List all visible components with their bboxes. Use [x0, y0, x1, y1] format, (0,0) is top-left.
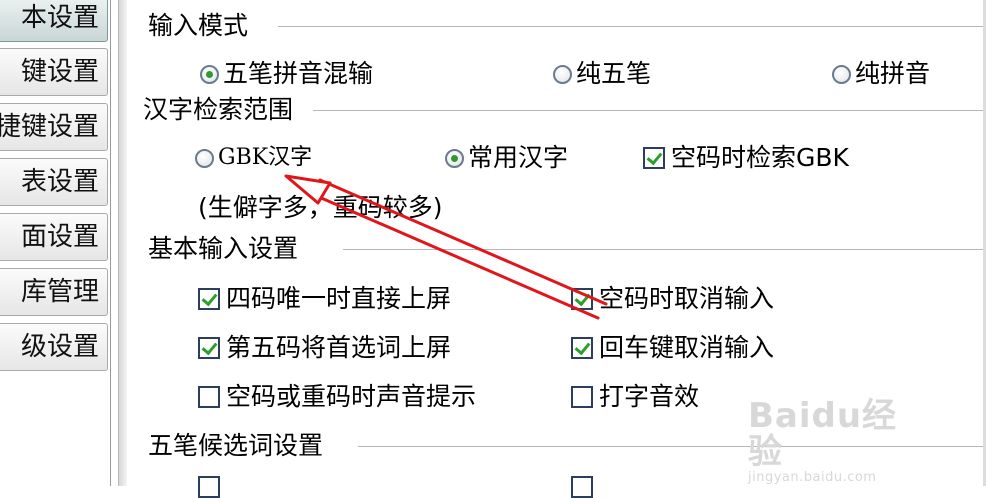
radio-selected-icon[interactable]	[445, 148, 464, 168]
checkbox-unchecked-icon[interactable]	[571, 386, 593, 408]
radio-label: GBK汉字	[218, 145, 313, 170]
radio-mixed[interactable]: 五笔拼音混输	[200, 58, 373, 90]
radio-label: 纯五笔	[576, 59, 652, 88]
sidebar-item-basic[interactable]: 本设置	[0, 0, 108, 42]
checkbox-checked-icon[interactable]	[571, 288, 593, 310]
sidebar-item-lexicon[interactable]: 库管理	[0, 268, 108, 316]
group-basic-input: 基本输入设置	[148, 232, 986, 266]
checkbox-checked-icon[interactable]	[571, 337, 593, 359]
panel-divider	[118, 0, 127, 486]
radio-wubi-only[interactable]: 纯五笔	[553, 58, 651, 90]
group-rule	[313, 110, 986, 112]
radio-gbk[interactable]: GBK汉字	[195, 142, 312, 174]
checkbox-checked-icon[interactable]	[643, 147, 665, 169]
group-search-range: 汉字检索范围	[143, 93, 986, 127]
checkbox-partial-icon[interactable]	[571, 476, 593, 498]
radio-empty-icon[interactable]	[553, 64, 572, 84]
baidu-watermark: Baidu经验 jingyan.baidu.com	[748, 396, 928, 485]
radio-common[interactable]: 常用汉字	[445, 142, 568, 174]
radio-label: 五笔拼音混输	[223, 59, 374, 88]
settings-sidebar: 本设置 键设置 捷键设置 表设置 面设置 库管理 级设置	[0, 0, 111, 486]
checkbox-label: 回车键取消输入	[599, 333, 775, 362]
checkbox-unchecked-icon[interactable]	[198, 386, 220, 408]
group-rule	[343, 249, 986, 251]
radio-empty-icon[interactable]	[195, 148, 214, 168]
watermark-url: jingyan.baidu.com	[748, 470, 877, 485]
gbk-note: (生僻字多，重码较多)	[198, 193, 443, 222]
radio-pinyin-only[interactable]: 纯拼音	[832, 58, 930, 90]
checkbox-typing-sound[interactable]: 打字音效	[571, 381, 699, 413]
sidebar-item-keys[interactable]: 键设置	[0, 48, 108, 96]
sidebar-item-appearance[interactable]: 面设置	[0, 213, 108, 261]
group-title-input-mode: 输入模式	[148, 11, 249, 40]
checkbox-label: 空码时检索GBK	[671, 143, 849, 172]
group-title-basic-input: 基本输入设置	[148, 234, 299, 263]
checkbox-label: 打字音效	[599, 382, 700, 411]
sidebar-item-advanced[interactable]: 级设置	[0, 323, 108, 371]
checkbox-label: 第五码将首选词上屏	[226, 333, 452, 362]
group-input-mode: 输入模式	[148, 9, 986, 43]
checkbox-checked-icon[interactable]	[198, 337, 220, 359]
group-rule	[278, 26, 986, 28]
watermark-logo: Baidu经验	[748, 396, 898, 472]
checkbox-label: 空码时取消输入	[599, 284, 775, 313]
radio-empty-icon[interactable]	[832, 64, 851, 84]
group-title-candidate: 五笔候选词设置	[148, 431, 324, 460]
radio-selected-icon[interactable]	[200, 64, 219, 84]
checkbox-sound-alert[interactable]: 空码或重码时声音提示	[198, 381, 476, 413]
checkbox-label: 空码或重码时声音提示	[226, 382, 477, 411]
radio-label: 纯拼音	[855, 59, 931, 88]
checkbox-checked-icon[interactable]	[198, 288, 220, 310]
checkbox-partial-icon[interactable]	[198, 476, 220, 498]
checkbox-gbk-fallback[interactable]: 空码时检索GBK	[643, 142, 849, 174]
sidebar-item-hotkeys[interactable]: 捷键设置	[0, 103, 108, 151]
group-title-search-range: 汉字检索范围	[143, 95, 294, 124]
radio-label: 常用汉字	[468, 143, 569, 172]
checkbox-label: 四码唯一时直接上屏	[226, 284, 452, 313]
checkbox-fifth-code[interactable]: 第五码将首选词上屏	[198, 332, 451, 364]
checkbox-unique-commit[interactable]: 四码唯一时直接上屏	[198, 283, 451, 315]
sidebar-item-table[interactable]: 表设置	[0, 158, 108, 206]
checkbox-empty-cancel[interactable]: 空码时取消输入	[571, 283, 774, 315]
checkbox-enter-cancel[interactable]: 回车键取消输入	[571, 332, 774, 364]
